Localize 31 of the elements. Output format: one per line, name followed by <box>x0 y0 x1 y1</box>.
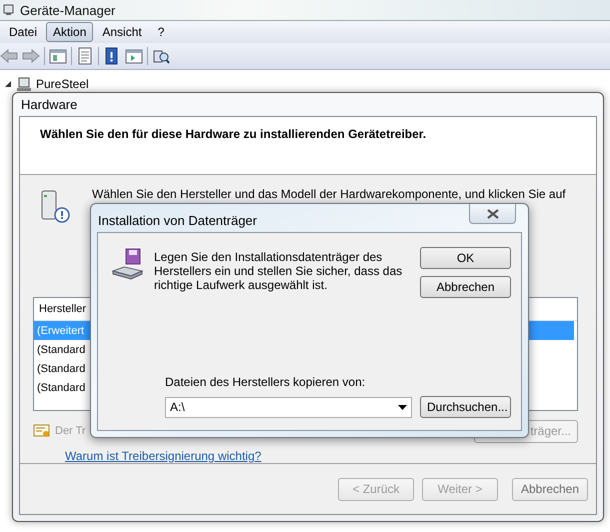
menu-item[interactable]: Ansicht <box>95 22 149 42</box>
close-icon <box>486 208 498 218</box>
path-combo-box[interactable]: A:\ <box>165 396 412 418</box>
window-title: Geräte-Manager <box>20 2 116 18</box>
back-arrow-icon[interactable] <box>0 47 18 65</box>
instruction-text: Wählen Sie den Hersteller und das Modell der Hardwarekomponente, und klicken Sie auf <box>92 187 566 201</box>
action-pane-icon[interactable] <box>125 47 143 65</box>
wizard-heading: Wählen Sie den für diese Hardware zu installierenden Gerätetreiber. <box>20 117 596 175</box>
menu-item[interactable]: Aktion <box>46 22 94 42</box>
dialog-button[interactable]: Abbrechen <box>420 276 511 298</box>
signature-note: Der Tr <box>55 425 86 437</box>
properties-icon[interactable] <box>76 47 94 65</box>
dropdown-arrow-icon <box>398 404 407 410</box>
field-label: Dateien des Herstellers kopieren von: <box>165 375 366 389</box>
instruction-text: Legen Sie den Installationsdatenträger des Herstellers ein und stellen Sie sicher, dass das richtige Laufwerk ausgewählt ist. <box>154 249 404 294</box>
console-tree-icon[interactable] <box>49 47 67 65</box>
tree-item[interactable]: PureSteel <box>36 77 89 91</box>
browse-button[interactable]: Durchsuchen... <box>420 396 511 418</box>
help-link[interactable]: Warum ist Treibersignierung wichtig? <box>65 449 262 463</box>
floppy-disk-icon <box>110 247 144 281</box>
wizard-button[interactable]: Abbrechen <box>512 478 588 500</box>
dialog-title: Hardware <box>20 96 78 114</box>
dialog-title: Installation von Datenträger <box>97 212 258 230</box>
device-manager-icon <box>2 3 16 17</box>
close-button[interactable] <box>469 204 516 224</box>
menu-item[interactable]: ? <box>150 22 172 42</box>
dialog-button[interactable]: OK <box>420 247 511 269</box>
menu-item[interactable]: Datei <box>2 22 44 42</box>
certificate-icon <box>33 423 51 439</box>
expand-arrow-icon[interactable] <box>4 80 12 88</box>
forward-arrow-icon[interactable] <box>22 47 40 65</box>
